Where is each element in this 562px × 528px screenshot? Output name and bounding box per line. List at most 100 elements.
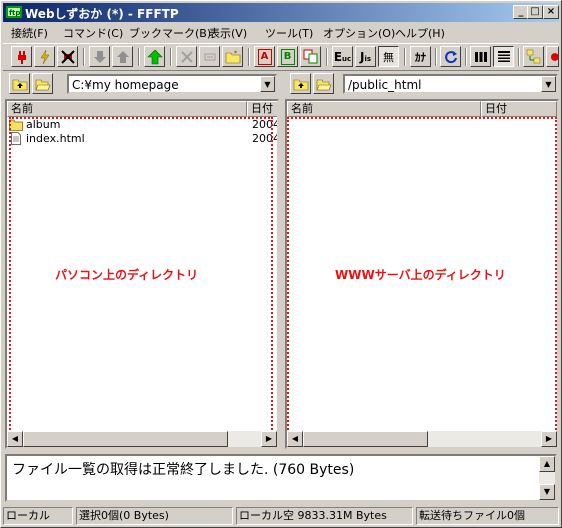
chevron-down-icon[interactable]: ▼ bbox=[260, 76, 275, 92]
toolbar-separator bbox=[435, 48, 437, 66]
rename-icon bbox=[204, 53, 215, 60]
menu-help[interactable]: ヘルプ(H) bbox=[395, 25, 445, 41]
app-window: ftp Webしずおか (*) - FFFTP _ □ × 接続(F) コマンド… bbox=[0, 0, 562, 528]
stop-icon bbox=[550, 52, 558, 61]
disconnect-icon bbox=[60, 49, 75, 64]
scroll-left-icon[interactable]: ◀ bbox=[7, 431, 23, 447]
local-path-text: C:¥my homepage bbox=[72, 78, 179, 92]
local-path-bar: C:¥my homepage ▼ bbox=[9, 73, 279, 95]
scroll-up-icon[interactable]: ▲ bbox=[539, 456, 555, 472]
remote-col-name[interactable]: 名前 bbox=[287, 101, 481, 117]
toolbar-separator bbox=[326, 48, 328, 66]
local-hscroll-thumb[interactable] bbox=[23, 431, 228, 447]
local-file-list[interactable]: 名前 日付 album 2004 index.html 2004 パソコン上のデ… bbox=[5, 99, 279, 449]
quick-connect-button[interactable] bbox=[34, 46, 55, 67]
auto-mode-button[interactable] bbox=[300, 46, 321, 67]
log-message: ファイル一覧の取得は正常終了しました. (760 Bytes) bbox=[12, 462, 355, 478]
menu-tool[interactable]: ツール(T) bbox=[265, 25, 313, 41]
ascii-mode-label: A bbox=[257, 48, 272, 65]
delete-button[interactable] bbox=[176, 46, 197, 67]
remote-hscrollbar[interactable]: ◀ ▶ bbox=[287, 431, 557, 447]
remote-parent-dir-button[interactable] bbox=[290, 73, 311, 94]
menu-bookmark[interactable]: ブックマーク(B) bbox=[129, 25, 211, 41]
list-view-button[interactable] bbox=[470, 46, 491, 67]
sync-dir-icon bbox=[526, 49, 541, 64]
toolbar-separator bbox=[83, 48, 85, 66]
menu-bar: 接続(F) コマンド(C) ブックマーク(B) 表示(V) ツール(T) オプシ… bbox=[3, 23, 559, 41]
status-mode: ローカル bbox=[3, 507, 73, 525]
remote-open-dir-button[interactable] bbox=[313, 73, 334, 94]
rename-button[interactable] bbox=[199, 46, 220, 67]
connect-button[interactable] bbox=[11, 46, 32, 67]
no-kanji-conv-button[interactable]: 無 bbox=[378, 46, 399, 67]
scroll-left-icon[interactable]: ◀ bbox=[287, 431, 303, 447]
mirror-upload-button[interactable] bbox=[144, 46, 165, 67]
refresh-button[interactable] bbox=[440, 46, 461, 67]
no-conv-label: 無 bbox=[383, 50, 394, 64]
log-vscrollbar[interactable]: ▲ ▼ bbox=[539, 456, 555, 500]
menu-view[interactable]: 表示(V) bbox=[209, 25, 247, 41]
menu-command[interactable]: コマンド(C) bbox=[63, 25, 123, 41]
maximize-button[interactable]: □ bbox=[527, 5, 543, 19]
kana-label: ｶﾅ bbox=[415, 50, 426, 64]
log-window[interactable]: ファイル一覧の取得は正常終了しました. (760 Bytes) ▲ ▼ bbox=[5, 454, 557, 502]
euc-kanji-button[interactable]: Euc bbox=[332, 46, 353, 67]
binary-mode-button[interactable]: B bbox=[277, 46, 298, 67]
status-queue: 転送待ちファイル0個 bbox=[416, 507, 559, 525]
toolbar: * A B Euc Jis 無 ｶﾅ bbox=[3, 43, 559, 71]
arrow-down-icon bbox=[93, 50, 106, 63]
open-folder-icon bbox=[316, 79, 331, 90]
menu-option[interactable]: オプション(O) bbox=[323, 25, 395, 41]
toolbar-separator bbox=[518, 48, 520, 66]
local-hscrollbar[interactable]: ◀ ▶ bbox=[7, 431, 277, 447]
parent-folder-icon bbox=[12, 79, 27, 90]
kana-conv-button[interactable]: ｶﾅ bbox=[410, 46, 431, 67]
delete-icon bbox=[180, 50, 193, 63]
chevron-down-icon[interactable]: ▼ bbox=[541, 76, 556, 92]
home-arrow-icon bbox=[146, 49, 163, 64]
remote-file-list[interactable]: 名前 日付 WWWサーバ上のディレクトリ ◀ ▶ bbox=[285, 99, 559, 449]
ffftp-app-icon: ftp bbox=[6, 6, 22, 18]
local-open-dir-button[interactable] bbox=[32, 73, 53, 94]
ascii-mode-button[interactable]: A bbox=[254, 46, 275, 67]
jis-kanji-button[interactable]: Jis bbox=[355, 46, 376, 67]
download-button[interactable] bbox=[89, 46, 110, 67]
remote-col-date[interactable]: 日付 bbox=[481, 101, 557, 117]
toolbar-separator bbox=[404, 48, 406, 66]
status-selected: 選択0個(0 Bytes) bbox=[76, 507, 233, 525]
window-title: Webしずおか (*) - FFFTP bbox=[25, 7, 179, 21]
menu-connect[interactable]: 接続(F) bbox=[11, 25, 48, 41]
remote-hscroll-thumb[interactable] bbox=[303, 431, 428, 447]
arrow-up-icon bbox=[116, 50, 129, 63]
local-path-combo[interactable]: C:¥my homepage ▼ bbox=[67, 74, 277, 94]
local-col-date[interactable]: 日付 bbox=[247, 101, 277, 117]
scroll-right-icon[interactable]: ▶ bbox=[261, 431, 277, 447]
disconnect-button[interactable] bbox=[57, 46, 78, 67]
parent-folder-icon bbox=[293, 79, 308, 90]
svg-text:ftp: ftp bbox=[9, 9, 20, 17]
auto-mode-icon bbox=[303, 49, 318, 64]
sync-dir-button[interactable] bbox=[523, 46, 544, 67]
scroll-down-icon[interactable]: ▼ bbox=[539, 484, 555, 500]
toolbar-separator bbox=[465, 48, 467, 66]
remote-path-bar: /public_html ▼ bbox=[290, 73, 558, 95]
toolbar-separator bbox=[248, 48, 250, 66]
list-view-icon bbox=[474, 51, 487, 62]
remote-path-combo[interactable]: /public_html ▼ bbox=[343, 74, 558, 94]
local-parent-dir-button[interactable] bbox=[9, 73, 30, 94]
close-button[interactable]: × bbox=[543, 5, 559, 19]
toolbar-separator bbox=[170, 48, 172, 66]
detail-view-button[interactable] bbox=[493, 46, 514, 67]
remote-path-text: /public_html bbox=[348, 78, 422, 92]
detail-view-icon bbox=[497, 50, 510, 62]
local-annotation-label: パソコン上のディレクトリ bbox=[55, 268, 199, 282]
remote-annotation-label: WWWサーバ上のディレクトリ bbox=[335, 268, 506, 282]
stop-button[interactable] bbox=[546, 46, 559, 67]
mkdir-button[interactable]: * bbox=[222, 46, 243, 67]
title-bar[interactable]: ftp Webしずおか (*) - FFFTP _ □ × bbox=[3, 3, 559, 22]
local-col-name[interactable]: 名前 bbox=[7, 101, 247, 117]
upload-button[interactable] bbox=[112, 46, 133, 67]
plug-icon bbox=[17, 50, 26, 64]
scroll-right-icon[interactable]: ▶ bbox=[541, 431, 557, 447]
euc-label: Euc bbox=[333, 49, 352, 64]
